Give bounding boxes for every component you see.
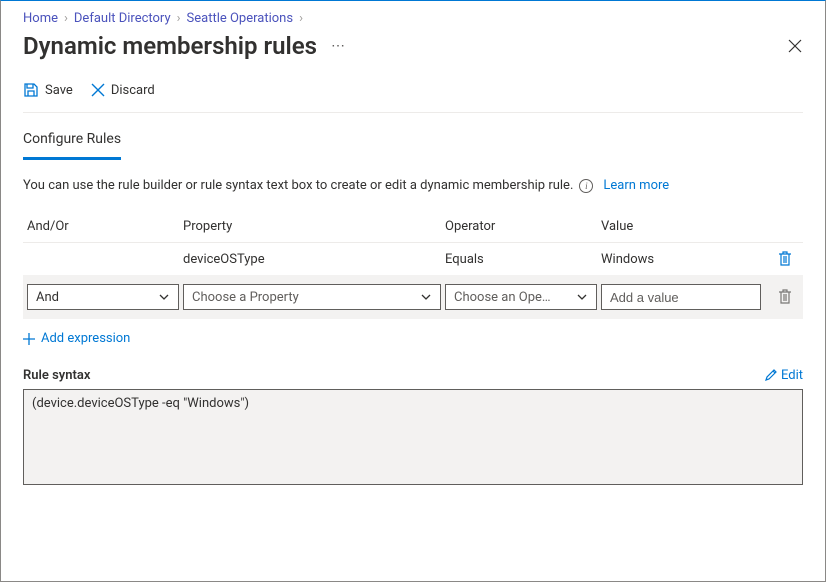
rule-syntax-label: Rule syntax [23,368,90,383]
breadcrumb: Home › Default Directory › Seattle Opera… [23,11,803,26]
table-row: And Choose a Property Choose an Ope… [23,276,803,319]
close-button[interactable] [787,38,803,54]
save-button[interactable]: Save [23,82,73,98]
cell-operator: Equals [445,252,597,267]
save-label: Save [45,83,73,98]
info-icon[interactable]: i [579,179,593,193]
delete-row-button[interactable] [765,289,805,305]
page-title: Dynamic membership rules [23,32,317,60]
discard-label: Discard [111,83,155,98]
cell-property: deviceOSType [183,252,441,267]
trash-icon [778,289,792,305]
chevron-down-icon [158,291,170,303]
save-icon [23,82,39,98]
delete-row-button[interactable] [765,251,805,267]
discard-button[interactable]: Discard [91,83,155,98]
value-input[interactable] [601,284,761,310]
andor-select[interactable]: And [27,284,179,310]
toolbar: Save Discard [23,82,803,113]
close-icon [788,39,802,53]
chevron-right-icon: › [177,11,181,26]
operator-select[interactable]: Choose an Ope… [445,284,597,310]
chevron-down-icon [576,291,588,303]
col-operator: Operator [445,219,597,234]
breadcrumb-item[interactable]: Home [23,11,58,26]
chevron-right-icon: › [299,11,303,26]
learn-more-link[interactable]: Learn more [603,178,669,193]
table-header-row: And/Or Property Operator Value [23,211,803,243]
configure-rules-tab[interactable]: Configure Rules [23,131,121,160]
cell-value: Windows [601,252,761,267]
rule-syntax-textarea[interactable] [23,389,803,485]
rule-builder-table: And/Or Property Operator Value deviceOST… [23,211,803,319]
more-actions-button[interactable]: ⋯ [331,38,346,54]
breadcrumb-item[interactable]: Seattle Operations [187,11,294,26]
col-value: Value [601,219,761,234]
property-select[interactable]: Choose a Property [183,284,441,310]
chevron-right-icon: › [64,11,68,26]
col-andor: And/Or [27,219,179,234]
add-expression-button[interactable]: Add expression [23,331,803,346]
trash-icon [778,251,792,267]
chevron-down-icon [420,291,432,303]
table-row: deviceOSType Equals Windows [23,243,803,276]
plus-icon [23,333,35,345]
edit-syntax-button[interactable]: Edit [764,368,803,383]
help-text: You can use the rule builder or rule syn… [23,178,803,193]
pencil-icon [764,369,777,382]
breadcrumb-item[interactable]: Default Directory [74,11,171,26]
col-property: Property [183,219,441,234]
discard-icon [91,83,105,97]
